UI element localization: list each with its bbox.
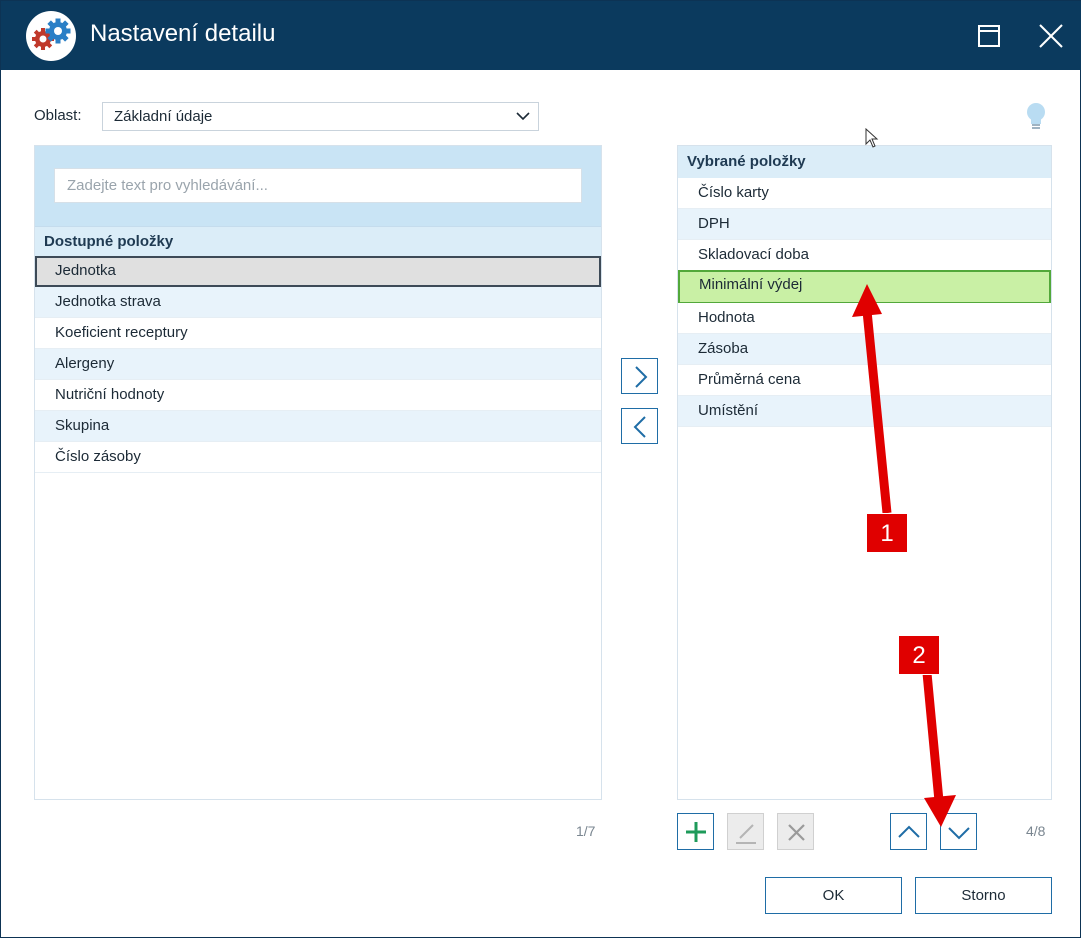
list-item[interactable]: Číslo karty [678,178,1051,209]
available-items-header: Dostupné položky [35,226,601,256]
pencil-icon [736,824,756,844]
chevron-up-icon [898,825,920,838]
mouse-cursor-icon [865,127,881,150]
ok-button[interactable]: OK [765,877,902,914]
available-items-panel: Dostupné položky Jednotka Jednotka strav… [34,145,602,800]
list-item[interactable]: Umístění [678,396,1051,427]
annotation-badge-2: 2 [898,635,940,675]
list-item[interactable]: Průměrná cena [678,365,1051,396]
chevron-left-icon [633,416,646,438]
oblast-dropdown[interactable]: Základní údaje [102,102,539,131]
left-counter: 1/7 [576,823,596,839]
window-title: Nastavení detailu [90,20,276,47]
list-item[interactable]: Skupina [35,411,601,442]
list-item[interactable]: Jednotka [35,256,601,287]
edit-button[interactable] [727,813,764,850]
add-to-selected-button[interactable] [621,358,658,394]
maximize-icon [978,25,1000,47]
list-item[interactable]: Číslo zásoby [35,442,601,473]
list-item[interactable]: Koeficient receptury [35,318,601,349]
chevron-right-icon [635,366,648,388]
selected-items-header: Vybrané položky [678,146,1051,178]
chevron-down-icon [948,827,970,840]
list-item[interactable]: Zásoba [678,334,1051,365]
delete-button[interactable] [777,813,814,850]
cancel-button[interactable]: Storno [915,877,1052,914]
gears-icon [26,11,76,61]
close-button[interactable] [1031,16,1071,56]
list-item[interactable]: Minimální výdej [678,270,1051,304]
right-counter: 4/8 [1026,823,1046,839]
dialog-window: Nastavení detailu Oblast: Základní údaje [0,0,1081,938]
delete-icon [788,824,805,841]
list-item[interactable]: Skladovací doba [678,240,1051,271]
list-item[interactable]: Hodnota [678,303,1051,334]
oblast-label: Oblast: [34,107,82,124]
selected-items-panel: Vybrané položky Číslo karty DPH Skladova… [677,145,1052,800]
move-up-button[interactable] [890,813,927,850]
list-item[interactable]: Alergeny [35,349,601,380]
chevron-down-icon [516,112,530,121]
list-item[interactable]: Jednotka strava [35,287,601,318]
title-bar: Nastavení detailu [1,1,1081,70]
list-item[interactable]: Nutriční hodnoty [35,380,601,411]
annotation-badge-1: 1 [866,513,908,553]
plus-icon [686,822,706,842]
close-icon [1039,24,1063,48]
search-area [35,146,601,226]
oblast-value: Základní údaje [114,108,213,125]
maximize-button[interactable] [969,16,1009,56]
lightbulb-icon[interactable] [1025,102,1047,132]
list-item[interactable]: DPH [678,209,1051,240]
move-down-button[interactable] [940,813,977,850]
remove-from-selected-button[interactable] [621,408,658,444]
search-input[interactable] [54,168,582,203]
add-button[interactable] [677,813,714,850]
